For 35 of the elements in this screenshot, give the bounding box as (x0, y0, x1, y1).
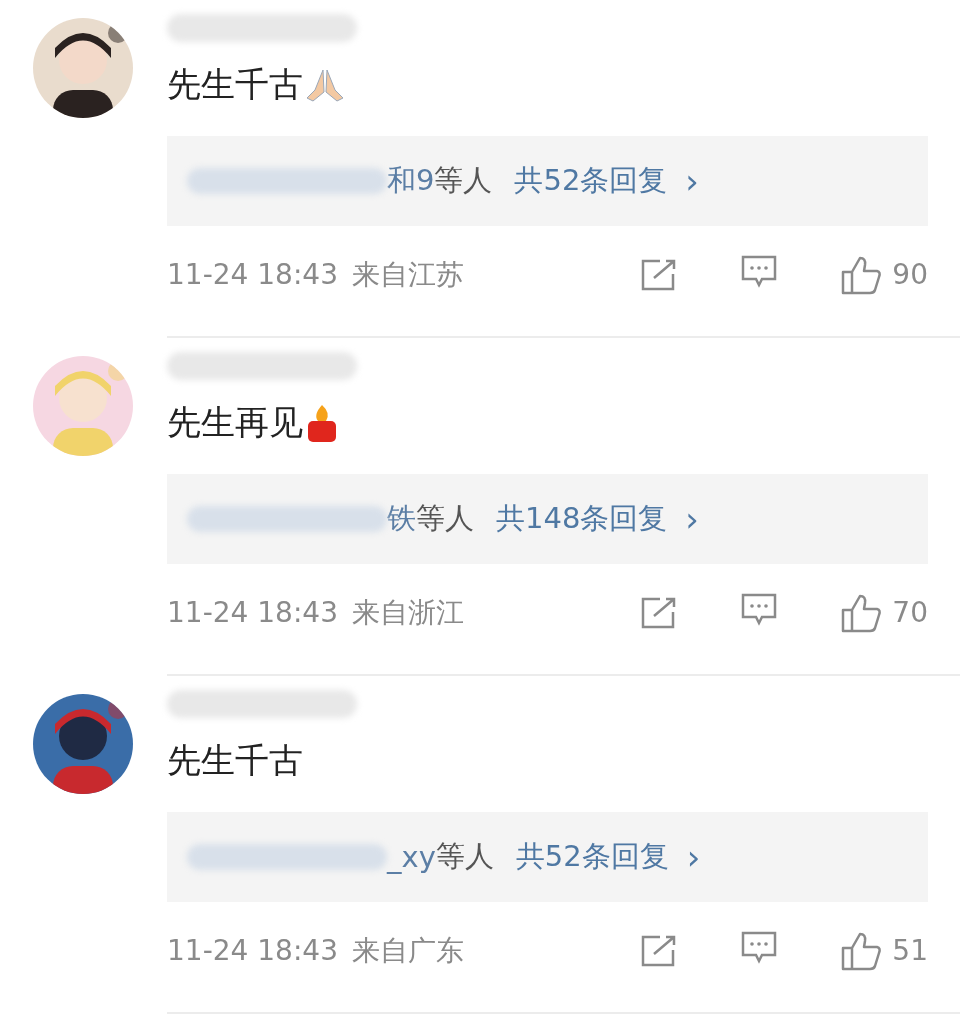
location: 来自浙江 (351, 594, 464, 631)
reply-names: 铁 (387, 500, 416, 537)
reply-preview[interactable]: 铁等人 共148条回复 › (167, 474, 928, 564)
reply-suffix: 等人 (416, 500, 474, 537)
reply-suffix: 等人 (434, 162, 493, 199)
reply-names: 和9 (387, 162, 435, 199)
chevron-icon: › (685, 161, 699, 201)
reply-count-link[interactable]: 共52条回复 (514, 161, 668, 201)
like-button[interactable]: 90 (840, 254, 928, 295)
chevron-icon: › (686, 837, 701, 877)
candle-icon (305, 403, 339, 443)
comment-icon[interactable] (740, 592, 779, 626)
reply-names: _xy (387, 840, 436, 874)
chevron-icon: › (685, 499, 699, 539)
thumbs-up-icon (840, 930, 883, 971)
timestamp: 11-24 18:43 (167, 258, 338, 291)
comment-icon[interactable] (740, 930, 779, 964)
comment-text: 先生千古 (167, 739, 303, 782)
timestamp: 11-24 18:43 (167, 596, 338, 629)
location: 来自广东 (351, 932, 464, 969)
reply-preview[interactable]: _xy等人 共52条回复 › (167, 812, 928, 902)
thumbs-up-icon (840, 592, 883, 633)
reply-count-link[interactable]: 共52条回复 (515, 837, 669, 877)
like-button[interactable]: 51 (840, 930, 928, 971)
reply-suffix: 等人 (435, 838, 494, 875)
comment-icon[interactable] (740, 254, 779, 288)
like-button[interactable]: 70 (840, 592, 928, 633)
comment-text: 先生再见 (167, 401, 303, 444)
reply-count-link[interactable]: 共148条回复 (496, 499, 668, 539)
reply-preview[interactable]: 和9等人 共52条回复 › (167, 136, 928, 226)
praying-hands-icon (305, 68, 345, 102)
thumbs-up-icon (840, 254, 883, 295)
timestamp: 11-24 18:43 (167, 934, 338, 967)
comment-text: 先生千古 (167, 63, 303, 106)
location: 来自江苏 (351, 256, 464, 293)
